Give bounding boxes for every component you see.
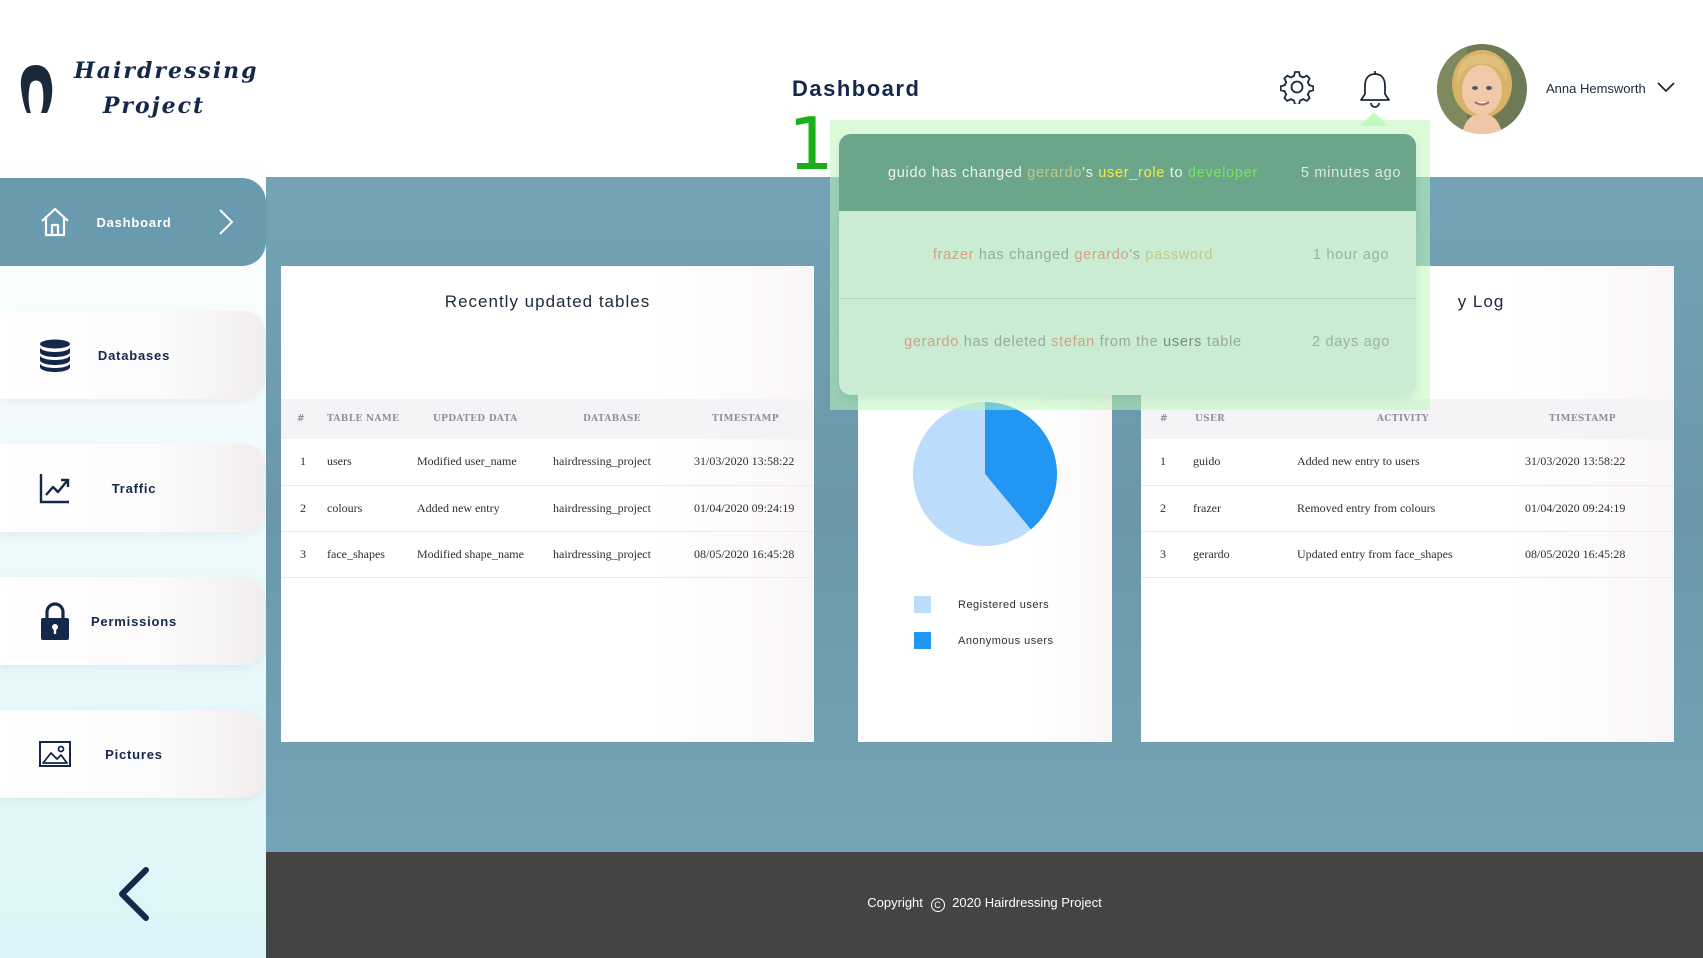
cell: frazer — [1193, 485, 1297, 532]
notification-message: guido has changed gerardo's user_role to… — [888, 164, 1258, 181]
cell: 08/05/2020 16:45:28 — [694, 531, 814, 578]
cell: Removed entry from colours — [1297, 485, 1525, 532]
table-row[interactable]: 1 guido Added new entry to users 31/03/2… — [1141, 439, 1674, 486]
cell: gerardo — [1193, 531, 1297, 578]
sidebar-item-traffic[interactable]: Traffic — [0, 444, 266, 532]
sidebar-item-label: Pictures — [105, 746, 163, 762]
user-name[interactable]: Anna Hemsworth — [1546, 81, 1646, 96]
chevron-down-icon[interactable] — [1656, 80, 1676, 94]
column-header: # — [297, 414, 305, 424]
notification-message: gerardo has deleted stefan from the user… — [904, 334, 1242, 350]
cell: 31/03/2020 13:58:22 — [694, 439, 814, 486]
bell-icon[interactable] — [1358, 68, 1392, 108]
column-header: DATABASE — [583, 414, 641, 424]
cell: 1 — [281, 439, 327, 486]
chevron-right-icon — [219, 209, 234, 235]
legend-label: Registered users — [958, 598, 1050, 611]
lock-icon — [41, 602, 69, 640]
copyright-text: Copyright C 2020 Hairdressing Project — [266, 895, 1703, 912]
column-header: UPDATED DATA — [433, 414, 518, 424]
legend-item-anonymous: Anonymous users — [914, 632, 1054, 649]
cell: Modified shape_name — [417, 531, 553, 578]
notification-time: 1 hour ago — [1312, 246, 1390, 263]
cell: colours — [327, 485, 417, 532]
pie-chart — [913, 402, 1057, 546]
cell: Updated entry from face_shapes — [1297, 531, 1525, 578]
cell: 01/04/2020 09:24:19 — [694, 485, 814, 532]
sidebar: Dashboard Databases Traffic Permissions — [0, 150, 266, 958]
cell: Modified user_name — [417, 439, 553, 486]
cell: 31/03/2020 13:58:22 — [1525, 439, 1674, 486]
sidebar-item-dashboard[interactable]: Dashboard — [0, 178, 266, 266]
cell: Added new entry — [417, 485, 553, 532]
notification-message: frazer has changed gerardo's password — [932, 246, 1214, 263]
notification-dropdown: guido has changed gerardo's user_role to… — [839, 134, 1416, 395]
image-icon — [39, 741, 71, 767]
table-header-row: # TABLE NAME UPDATED DATA DATABASE TIMES… — [281, 399, 814, 439]
legend-item-registered: Registered users — [914, 596, 1049, 613]
copyright-body: 2020 Hairdressing Project — [952, 895, 1102, 910]
page-title: Dashboard — [792, 76, 921, 101]
recent-tables-card: Recently updated tables # TABLE NAME UPD… — [281, 266, 814, 742]
footer: Copyright C 2020 Hairdressing Project — [266, 852, 1703, 958]
logo-line-2: Project — [102, 93, 206, 119]
copyright-icon: C — [930, 898, 945, 912]
home-icon — [41, 207, 69, 237]
cell: guido — [1193, 439, 1297, 486]
sidebar-item-label: Traffic — [111, 480, 157, 496]
cell: hairdressing_project — [553, 485, 694, 532]
cell: hairdressing_project — [553, 439, 694, 486]
table-row[interactable]: 2 colours Added new entry hairdressing_p… — [281, 485, 814, 532]
column-header: TIMESTAMP — [712, 414, 779, 424]
legend-swatch — [914, 596, 931, 613]
cell: 2 — [1141, 485, 1193, 532]
column-header: TABLE NAME — [327, 414, 400, 424]
sidebar-item-databases[interactable]: Databases — [0, 311, 266, 399]
recent-tables-title: Recently updated tables — [444, 292, 651, 311]
sidebar-item-label: Databases — [97, 347, 171, 363]
table-row[interactable]: 3 face_shapes Modified shape_name hairdr… — [281, 531, 814, 578]
app-logo[interactable]: Hairdressing Project — [18, 54, 259, 124]
sidebar-item-label: Permissions — [90, 613, 178, 629]
notification-time: 2 days ago — [1312, 334, 1390, 350]
table-row[interactable]: 1 users Modified user_name hairdressing_… — [281, 439, 814, 486]
sidebar-item-permissions[interactable]: Permissions — [0, 577, 266, 665]
cell: 1 — [1141, 439, 1193, 486]
notification-item-3[interactable]: gerardo has deleted stefan from the user… — [839, 299, 1416, 385]
database-icon — [40, 339, 70, 372]
cell: 08/05/2020 16:45:28 — [1525, 531, 1674, 578]
sidebar-item-pictures[interactable]: Pictures — [0, 710, 266, 798]
column-header: TIMESTAMP — [1549, 414, 1616, 424]
notification-item-2[interactable]: frazer has changed gerardo's password 1 … — [839, 211, 1416, 299]
cell: 01/04/2020 09:24:19 — [1525, 485, 1674, 532]
hair-logo-icon — [20, 65, 53, 113]
avatar-image — [1437, 44, 1527, 134]
cell: 3 — [1141, 531, 1193, 578]
table-row[interactable]: 2 frazer Removed entry from colours 01/0… — [1141, 485, 1674, 532]
gear-icon[interactable] — [1280, 70, 1314, 104]
notification-count: 1 — [788, 102, 834, 186]
avatar[interactable] — [1437, 44, 1527, 134]
chart-line-icon — [39, 474, 70, 504]
recent-tables-table: # TABLE NAME UPDATED DATA DATABASE TIMES… — [281, 399, 814, 578]
logo-line-1: Hairdressing — [74, 58, 259, 84]
legend-label: Anonymous users — [958, 634, 1054, 647]
sidebar-item-label: Dashboard — [96, 214, 172, 230]
cell: 3 — [281, 531, 327, 578]
table-row[interactable]: 3 gerardo Updated entry from face_shapes… — [1141, 531, 1674, 578]
legend-swatch — [914, 632, 931, 649]
logo-text: Hairdressing Project — [74, 54, 259, 124]
collapse-sidebar-icon[interactable] — [114, 866, 154, 922]
copyright-prefix: Copyright — [867, 895, 923, 910]
cell: hairdressing_project — [553, 531, 694, 578]
notification-time: 5 minutes ago — [1300, 164, 1402, 181]
cell: users — [327, 439, 417, 486]
notification-item-1[interactable]: guido has changed gerardo's user_role to… — [839, 134, 1416, 211]
activity-log-table: # USER ACTIVITY TIMESTAMP 1 guido Added … — [1141, 399, 1674, 578]
cell: face_shapes — [327, 531, 417, 578]
cell: Added new entry to users — [1297, 439, 1525, 486]
cell: 2 — [281, 485, 327, 532]
